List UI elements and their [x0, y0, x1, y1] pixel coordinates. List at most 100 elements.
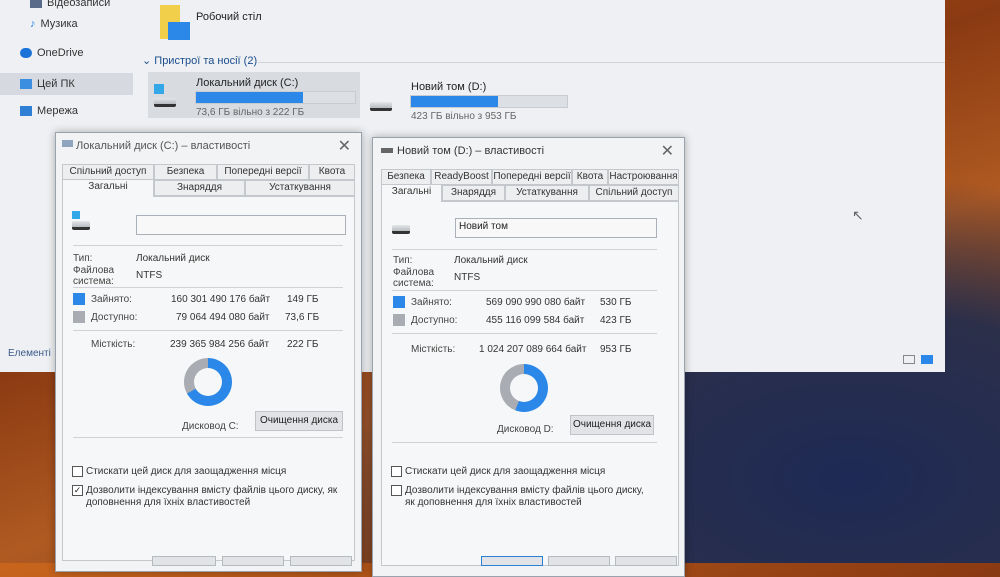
tab-readyboost[interactable]: ReadyBoost — [431, 169, 492, 185]
desktop-icon — [168, 22, 190, 40]
index-checkbox[interactable]: ✓ — [72, 485, 83, 496]
compress-checkbox[interactable] — [72, 466, 83, 477]
tab-quota[interactable]: Квота — [572, 169, 608, 185]
volume-name-input[interactable] — [136, 215, 346, 235]
compress-checkbox[interactable] — [391, 466, 402, 477]
volume-name-input[interactable]: Новий том — [455, 218, 657, 238]
cancel-button[interactable] — [548, 556, 610, 566]
nav-item-music[interactable]: ♪ Музика — [30, 18, 78, 30]
nav-label: OneDrive — [37, 47, 84, 59]
drive-usage-bar — [195, 91, 356, 104]
drive-icon — [381, 148, 393, 153]
windows-logo-icon — [72, 211, 80, 219]
nav-item-videos[interactable]: Відеозаписи — [30, 0, 110, 9]
tab-tools[interactable]: Знаряддя — [154, 180, 245, 196]
cancel-button[interactable] — [222, 556, 284, 566]
drive-free-text: 423 ГБ вільно з 953 ГБ — [411, 111, 517, 122]
close-button[interactable]: ✕ — [338, 136, 351, 156]
music-icon: ♪ — [30, 18, 36, 30]
tab-sharing[interactable]: Спільний доступ — [62, 164, 154, 180]
type-label: Тип: — [73, 253, 93, 264]
capacity-size: 222 ГБ — [287, 339, 319, 350]
status-bar-text: Елементі — [8, 348, 51, 359]
drive-icon — [62, 140, 73, 147]
type-label: Тип: — [393, 255, 413, 266]
index-label: Дозволити індексування вмісту файлів цьо… — [405, 485, 644, 508]
nav-label: Музика — [40, 18, 78, 30]
tab-sharing[interactable]: Спільний доступ — [589, 185, 679, 201]
divider — [392, 249, 657, 250]
disk-cleanup-button[interactable]: Очищення диска — [570, 415, 654, 435]
video-icon — [30, 0, 42, 8]
nav-item-network[interactable]: Мережа — [20, 105, 78, 117]
details-view-icon[interactable] — [903, 355, 915, 364]
tab-hardware[interactable]: Устаткування — [245, 180, 355, 196]
general-panel: Тип: Локальний диск Файлова система: NTF… — [62, 196, 355, 561]
apply-button[interactable] — [290, 556, 352, 566]
tab-previous-versions[interactable]: Попередні версії — [492, 169, 572, 185]
nav-item-this-pc[interactable]: Цей ПК — [0, 73, 133, 95]
free-label: Доступно: — [91, 312, 138, 323]
capacity-label: Місткість: — [411, 344, 456, 355]
index-checkbox[interactable] — [391, 485, 402, 496]
type-value: Локальний диск — [454, 255, 528, 266]
free-bytes: 455 116 099 584 байт — [486, 315, 585, 326]
tab-customize[interactable]: Настроювання — [608, 169, 679, 185]
hard-drive-icon — [392, 225, 410, 234]
drive-c-properties-dialog: Локальний диск (C:) – властивості ✕ Спіл… — [55, 132, 362, 572]
capacity-bytes: 1 024 207 089 664 байт — [479, 344, 587, 355]
usage-fill — [411, 96, 499, 107]
drive-name: Новий том (D:) — [411, 81, 487, 93]
tab-tools[interactable]: Знаряддя — [442, 185, 505, 201]
tab-hardware[interactable]: Устаткування — [505, 185, 589, 201]
tab-general[interactable]: Загальні — [62, 179, 154, 197]
free-label: Доступно: — [411, 315, 458, 326]
used-bytes: 160 301 490 176 байт — [171, 294, 271, 305]
capacity-label: Місткість: — [91, 339, 136, 350]
divider — [392, 290, 657, 291]
tab-quota[interactable]: Квота — [309, 164, 355, 180]
free-color-swatch — [73, 311, 85, 323]
close-button[interactable]: ✕ — [661, 141, 674, 161]
used-label: Зайнято: — [91, 294, 132, 305]
section-header[interactable]: ⌄ Пристрої та носії (2) — [142, 54, 257, 67]
dialog-title: Новий том (D:) – властивості — [397, 145, 545, 157]
drive-d-properties-dialog: Новий том (D:) – властивості ✕ Безпека R… — [372, 137, 685, 577]
divider — [392, 333, 657, 334]
desktop-folder[interactable] — [160, 5, 190, 41]
section-header-label: Пристрої та носії (2) — [154, 55, 258, 67]
drive-usage-bar — [410, 95, 568, 108]
tab-general[interactable]: Загальні — [381, 184, 442, 202]
apply-button[interactable] — [615, 556, 677, 566]
tab-previous-versions[interactable]: Попередні версії — [217, 164, 309, 180]
network-icon — [20, 106, 32, 116]
free-color-swatch — [393, 314, 405, 326]
used-color-swatch — [73, 293, 85, 305]
free-size: 423 ГБ — [600, 315, 632, 326]
usage-fill — [196, 92, 303, 103]
filesystem-label: Файлова система: — [393, 267, 435, 289]
tab-security[interactable]: Безпека — [154, 164, 217, 180]
divider — [392, 442, 657, 443]
navigation-pane: Відеозаписи ♪ Музика OneDrive Цей ПК Мере… — [0, 0, 135, 130]
windows-logo-icon — [154, 84, 164, 94]
drive-d-tile[interactable]: Новий том (D:) 423 ГБ вільно з 953 ГБ — [368, 78, 580, 124]
free-bytes: 79 064 494 080 байт — [176, 312, 270, 323]
filesystem-label: Файлова система: — [73, 265, 115, 287]
nav-item-onedrive[interactable]: OneDrive — [20, 47, 83, 59]
drive-c-tile[interactable]: Локальний диск (C:) 73,6 ГБ вільно з 222… — [148, 72, 360, 118]
ok-button[interactable] — [152, 556, 216, 566]
drive-label: Дисковод C: — [182, 421, 239, 432]
capacity-size: 953 ГБ — [600, 344, 632, 355]
nav-label: Цей ПК — [37, 78, 75, 90]
used-size: 530 ГБ — [600, 297, 632, 308]
tab-security[interactable]: Безпека — [381, 169, 431, 185]
tiles-view-icon[interactable] — [921, 355, 933, 364]
ok-button[interactable] — [481, 556, 543, 566]
index-label: Дозволити індексування вмісту файлів цьо… — [86, 485, 338, 508]
disk-cleanup-button[interactable]: Очищення диска — [255, 411, 343, 431]
usage-donut-chart — [184, 358, 232, 406]
hard-drive-icon — [370, 102, 392, 111]
drive-free-text: 73,6 ГБ вільно з 222 ГБ — [196, 107, 305, 118]
divider — [73, 330, 343, 331]
